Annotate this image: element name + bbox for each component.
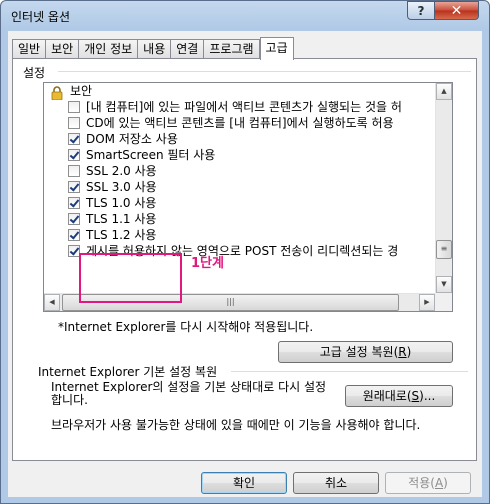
advanced-tab-page: 설정 보안 [내 컴퓨터]에 있는 파일에서 액티브 콘텐츠가 실행되는 것을 …	[12, 58, 477, 461]
settings-label: 설정	[23, 66, 46, 80]
setting-row-2[interactable]: DOM 저장소 사용	[44, 131, 436, 147]
close-button[interactable]: ✕	[434, 1, 479, 20]
cancel-button[interactable]: 취소	[293, 472, 379, 494]
help-button[interactable]: ?	[407, 1, 435, 20]
reset-button[interactable]: 원래대로(S)...	[345, 385, 453, 407]
checkbox-checked[interactable]	[68, 213, 80, 225]
setting-label: SSL 3.0 사용	[86, 180, 157, 194]
settings-divider	[58, 71, 471, 72]
setting-label: TLS 1.2 사용	[86, 228, 157, 242]
setting-row-8[interactable]: TLS 1.2 사용	[44, 227, 436, 243]
setting-label: [내 컴퓨터]에 있는 파일에서 액티브 콘텐츠가 실행되는 것을 허	[86, 100, 402, 114]
dialog-client-area: 일반 보안 개인 정보 내용 연결 프로그램 고급 설정 보안 [내 컴퓨터]에…	[8, 31, 482, 497]
checkbox-checked[interactable]	[68, 197, 80, 209]
restore-advanced-settings-button[interactable]: 고급 설정 복원(R)	[278, 341, 453, 363]
hotkey: S	[411, 389, 420, 403]
setting-row-3[interactable]: SmartScreen 필터 사용	[44, 147, 436, 163]
setting-row-5[interactable]: SSL 3.0 사용	[44, 179, 436, 195]
tab-advanced[interactable]: 고급	[259, 37, 294, 60]
button-label: 고급 설정 복원	[319, 345, 394, 359]
checkbox-checked[interactable]	[68, 181, 80, 193]
restore-group-label: Internet Explorer 기본 설정 복원	[38, 365, 218, 379]
tab-privacy[interactable]: 개인 정보	[78, 39, 138, 58]
scroll-down-arrow-icon[interactable]: ▼	[436, 276, 452, 293]
restart-note: *Internet Explorer를 다시 시작해야 적용됩니다.	[58, 320, 314, 334]
scroll-left-arrow-icon[interactable]: ◀	[44, 294, 60, 311]
setting-label: SmartScreen 필터 사용	[86, 148, 216, 162]
internet-options-dialog: 인터넷 옵션 ? ✕ 일반 보안 개인 정보 내용 연결 프로그램 고급 설정	[0, 0, 490, 504]
title-bar: 인터넷 옵션 ? ✕	[1, 1, 489, 31]
scroll-up-arrow-icon[interactable]: ▲	[436, 83, 452, 100]
tab-strip: 일반 보안 개인 정보 내용 연결 프로그램 고급	[12, 37, 294, 60]
setting-label: TLS 1.1 사용	[86, 212, 157, 226]
restore-group-divider	[231, 371, 468, 372]
button-label: 원래대로	[362, 389, 407, 403]
setting-label: SSL 2.0 사용	[86, 164, 157, 178]
checkbox[interactable]	[68, 165, 80, 177]
restore-description: Internet Explorer의 설정을 기본 상태대로 다시 설정합니다.	[51, 380, 327, 407]
tab-connections[interactable]: 연결	[170, 39, 204, 58]
hotkey: R	[398, 345, 407, 359]
tab-security[interactable]: 보안	[45, 39, 79, 58]
list-group-security: 보안	[44, 83, 436, 100]
checkbox-checked[interactable]	[68, 229, 80, 241]
checkbox-checked[interactable]	[68, 149, 80, 161]
step-annotation: 1단계	[191, 256, 224, 271]
setting-row-0[interactable]: [내 컴퓨터]에 있는 파일에서 액티브 콘텐츠가 실행되는 것을 허	[44, 99, 436, 115]
hotkey: A	[434, 476, 444, 490]
setting-row-7[interactable]: TLS 1.1 사용	[44, 211, 436, 227]
button-label: 적용	[408, 476, 431, 490]
scrollbar-corner	[435, 293, 452, 311]
window-title: 인터넷 옵션	[11, 10, 71, 24]
tab-general[interactable]: 일반	[12, 39, 46, 58]
vertical-scroll-thumb[interactable]: ≡	[436, 240, 452, 259]
checkbox[interactable]	[68, 101, 80, 113]
setting-label: CD에 있는 액티브 콘텐츠를 [내 컴퓨터]에서 실행하도록 허용	[86, 116, 394, 130]
scroll-right-arrow-icon[interactable]: ▶	[419, 294, 435, 311]
checkbox[interactable]	[68, 117, 80, 129]
setting-row-6[interactable]: TLS 1.0 사용	[44, 195, 436, 211]
reset-warning: 브라우저가 사용 불가능한 상태에 있을 때에만 이 기능을 사용해야 합니다.	[51, 418, 421, 432]
ok-button[interactable]: 확인	[201, 472, 287, 494]
checkbox-checked[interactable]	[68, 133, 80, 145]
tab-content[interactable]: 내용	[137, 39, 171, 58]
setting-row-1[interactable]: CD에 있는 액티브 콘텐츠를 [내 컴퓨터]에서 실행하도록 허용	[44, 115, 436, 131]
apply-button[interactable]: 적용(A)	[385, 472, 471, 494]
vertical-scrollbar[interactable]: ▲ ≡ ▼	[435, 83, 452, 293]
tls-highlight-box	[79, 253, 182, 303]
setting-label: DOM 저장소 사용	[86, 132, 178, 146]
lock-icon	[51, 86, 63, 100]
setting-row-4[interactable]: SSL 2.0 사용	[44, 163, 436, 179]
setting-label: TLS 1.0 사용	[86, 196, 157, 210]
tab-programs[interactable]: 프로그램	[203, 39, 260, 58]
group-header-label: 보안	[70, 84, 93, 98]
